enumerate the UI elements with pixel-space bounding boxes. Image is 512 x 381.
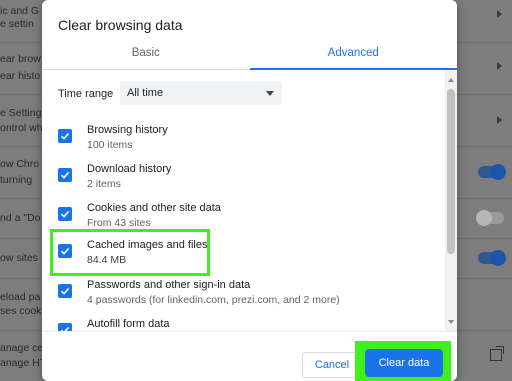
time-range-select[interactable]: All time — [120, 81, 282, 105]
clear-data-button[interactable]: Clear data — [365, 349, 443, 377]
option-cookies: Cookies and other site data From 43 site… — [42, 201, 442, 239]
checkmark-icon — [60, 210, 70, 218]
bg-setting-text: e settin — [0, 18, 34, 30]
checkmark-icon — [60, 171, 70, 179]
bg-setting-text: ontrol wh — [0, 122, 43, 134]
bg-setting-text: ses cook — [0, 305, 42, 317]
scrollbar-thumb[interactable] — [447, 89, 455, 254]
passwords-checkbox[interactable] — [58, 284, 72, 298]
time-range-label: Time range — [58, 88, 114, 100]
checkmark-icon — [60, 287, 70, 295]
scroll-down-arrow-icon[interactable] — [448, 320, 454, 324]
autofill-checkbox[interactable] — [58, 323, 72, 331]
tab-advanced[interactable]: Advanced — [249, 40, 458, 70]
bg-setting-text: turning — [0, 174, 33, 186]
bg-setting-text: eload pa — [0, 291, 41, 303]
dialog-title: Clear browsing data — [58, 17, 183, 33]
chevron-right-icon[interactable] — [497, 10, 502, 18]
option-subtitle: 2 items — [87, 178, 121, 190]
bg-setting-text: ear brow — [0, 53, 41, 65]
option-browsing-history: Browsing history 100 items — [42, 123, 442, 161]
cookies-checkbox[interactable] — [58, 207, 72, 221]
bg-setting-text: e Setting — [0, 107, 42, 119]
tab-bar: Basic Advanced — [42, 40, 457, 70]
time-range-value: All time — [127, 87, 164, 99]
option-title: Passwords and other sign-in data — [87, 279, 251, 291]
option-passwords: Passwords and other sign-in data 4 passw… — [42, 278, 442, 316]
bg-setting-text: ic and G — [0, 5, 40, 17]
option-title: Autofill form data — [87, 318, 170, 330]
scroll-up-arrow-icon[interactable] — [448, 78, 454, 82]
clear-browsing-data-dialog: Clear browsing data Basic Advanced Time … — [42, 0, 457, 381]
external-link-icon[interactable] — [490, 346, 504, 361]
option-title: Download history — [87, 163, 172, 175]
option-cached-images: Cached images and files 84.4 MB — [42, 238, 442, 276]
bg-setting-text: nd a "Do — [0, 212, 41, 224]
bg-setting-text: ow sites — [0, 252, 38, 264]
option-title: Browsing history — [87, 124, 168, 136]
option-subtitle: 4 passwords (for linkedin.com, prezi.com… — [87, 294, 340, 306]
bg-setting-text: anage HT — [0, 357, 47, 369]
option-title: Cookies and other site data — [87, 202, 221, 214]
tab-basic[interactable]: Basic — [42, 40, 250, 69]
chevron-right-icon[interactable] — [497, 116, 502, 124]
browsing-history-checkbox[interactable] — [58, 129, 72, 143]
option-subtitle: From 43 sites — [87, 217, 151, 229]
bg-setting-text: ow Chro — [0, 158, 40, 170]
setting-toggle[interactable] — [476, 210, 504, 226]
option-title: Cached images and files — [87, 239, 208, 251]
option-download-history: Download history 2 items — [42, 162, 442, 200]
dialog-footer: Cancel Clear data — [42, 331, 457, 381]
chevron-right-icon[interactable] — [497, 62, 502, 70]
dialog-content: Time range All time Browsing history 100… — [42, 71, 457, 331]
bg-setting-text: anage ce — [0, 342, 44, 354]
bg-setting-text: ear histo — [0, 70, 41, 82]
cached-images-checkbox[interactable] — [58, 244, 72, 258]
checkmark-icon — [60, 247, 70, 255]
checkmark-icon — [60, 132, 70, 140]
setting-toggle[interactable] — [478, 250, 506, 266]
dropdown-caret-icon — [266, 91, 274, 96]
option-subtitle: 100 items — [87, 139, 133, 151]
scrollbar[interactable] — [445, 71, 457, 331]
option-subtitle: 84.4 MB — [87, 254, 127, 266]
option-autofill: Autofill form data — [42, 317, 442, 331]
download-history-checkbox[interactable] — [58, 168, 72, 182]
cancel-button[interactable]: Cancel — [302, 352, 362, 378]
setting-toggle[interactable] — [478, 164, 506, 180]
